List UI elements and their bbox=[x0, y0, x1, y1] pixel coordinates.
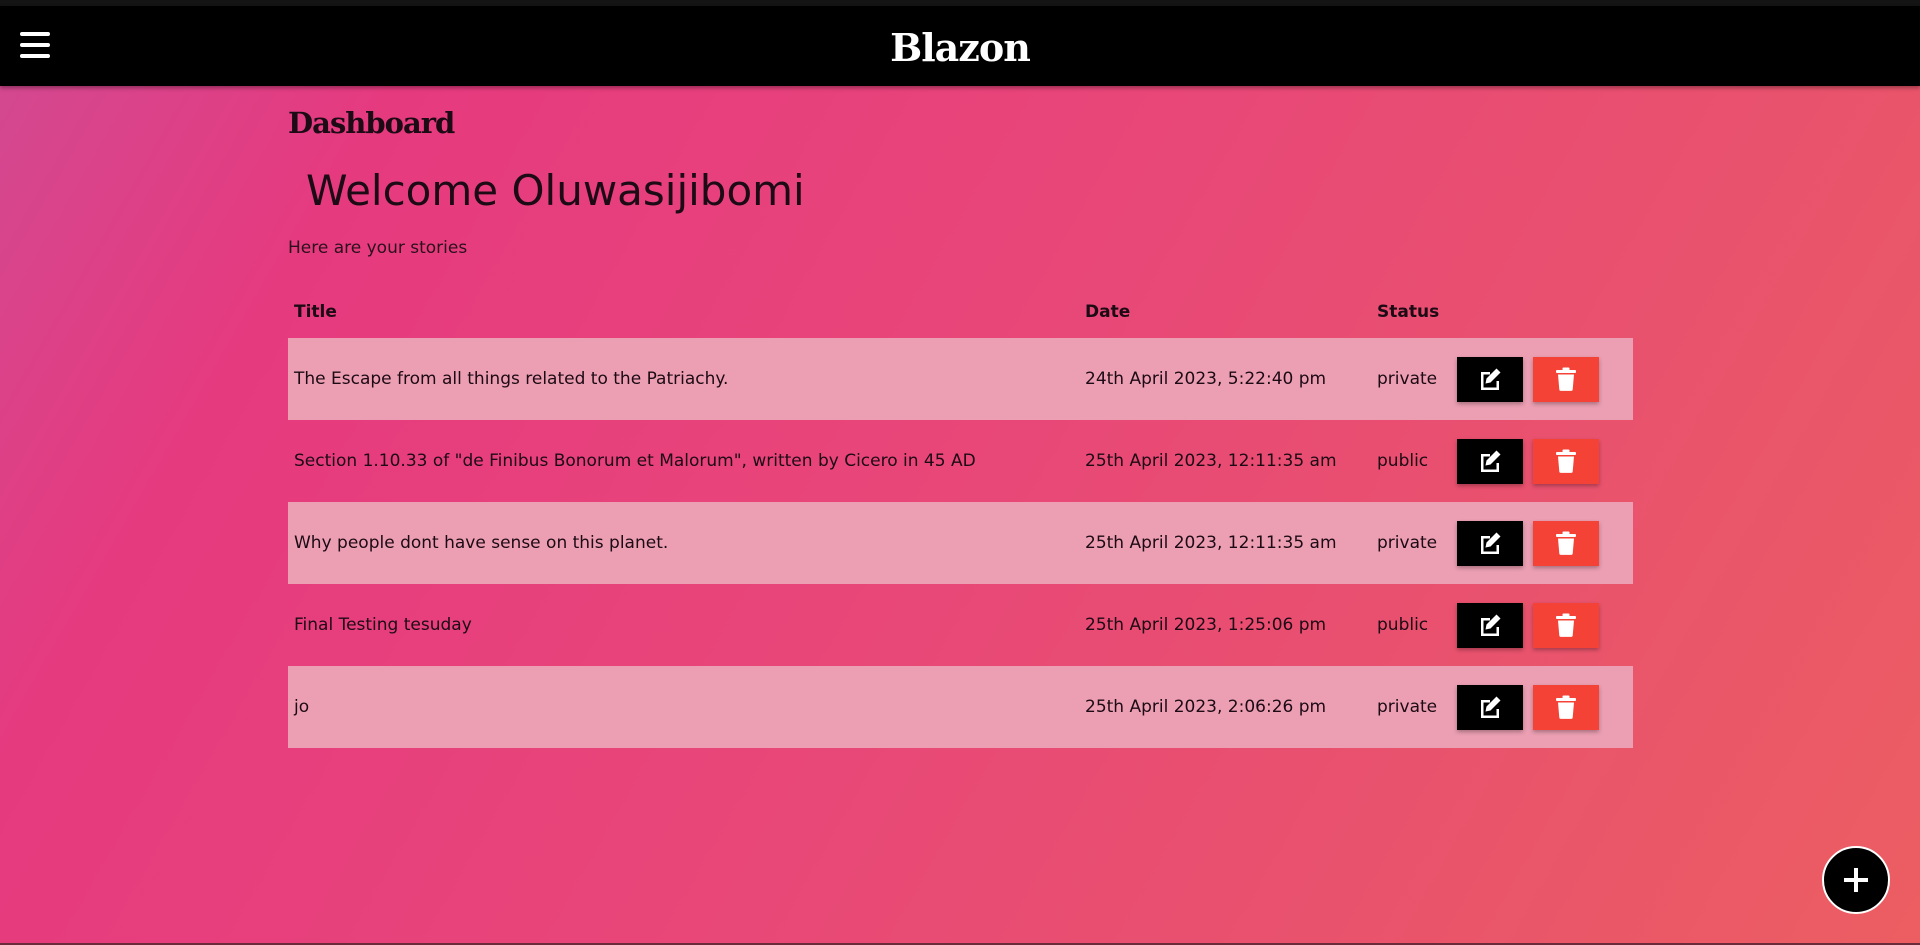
edit-icon bbox=[1481, 368, 1501, 390]
story-actions bbox=[1451, 338, 1633, 420]
table-row: Section 1.10.33 of "de Finibus Bonorum e… bbox=[288, 420, 1633, 502]
delete-story-button[interactable] bbox=[1533, 356, 1599, 402]
navbar: Blazon bbox=[0, 6, 1920, 86]
delete-story-button[interactable] bbox=[1533, 602, 1599, 648]
trash-icon bbox=[1556, 613, 1576, 637]
brand-logo: Blazon bbox=[0, 6, 1920, 86]
trash-icon bbox=[1556, 449, 1576, 473]
delete-story-button[interactable] bbox=[1533, 438, 1599, 484]
story-actions bbox=[1451, 420, 1633, 502]
story-title: jo bbox=[288, 666, 1079, 748]
story-date: 25th April 2023, 1:25:06 pm bbox=[1085, 615, 1327, 635]
edit-icon bbox=[1481, 450, 1501, 472]
hamburger-menu-icon[interactable] bbox=[20, 32, 50, 60]
story-title: The Escape from all things related to th… bbox=[288, 338, 1079, 420]
story-title: Why people dont have sense on this plane… bbox=[288, 502, 1079, 584]
table-row: Why people dont have sense on this plane… bbox=[288, 502, 1633, 584]
table-row: jo 25th April 2023, 2:06:26 pm private bbox=[288, 666, 1633, 748]
plus-icon bbox=[1844, 868, 1868, 892]
story-date: 25th April 2023, 12:11:35 am bbox=[1079, 502, 1371, 584]
stories-table: Title Date Status The Escape from all th… bbox=[288, 286, 1633, 748]
story-title: Section 1.10.33 of "de Finibus Bonorum e… bbox=[294, 451, 976, 471]
stories-table-body: The Escape from all things related to th… bbox=[288, 338, 1633, 748]
story-actions bbox=[1451, 502, 1633, 584]
edit-icon bbox=[1481, 614, 1501, 636]
add-story-button[interactable] bbox=[1822, 846, 1890, 914]
story-date: 25th April 2023, 2:06:26 pm bbox=[1079, 666, 1371, 748]
edit-icon bbox=[1481, 532, 1501, 554]
column-header-date: Date bbox=[1085, 302, 1131, 322]
brand-title[interactable]: Blazon bbox=[890, 25, 1031, 70]
story-actions bbox=[1451, 584, 1633, 666]
edit-story-button[interactable] bbox=[1457, 684, 1523, 730]
edit-icon bbox=[1481, 696, 1501, 718]
column-header-actions bbox=[1451, 286, 1633, 338]
table-header-row: Title Date Status bbox=[288, 286, 1633, 338]
trash-icon bbox=[1556, 695, 1576, 719]
edit-story-button[interactable] bbox=[1457, 602, 1523, 648]
trash-icon bbox=[1556, 531, 1576, 555]
story-status: public bbox=[1377, 615, 1429, 635]
story-status: private bbox=[1371, 338, 1451, 420]
story-date: 25th April 2023, 12:11:35 am bbox=[1085, 451, 1337, 471]
page-title: Dashboard bbox=[288, 106, 455, 140]
story-status: public bbox=[1377, 451, 1429, 471]
edit-story-button[interactable] bbox=[1457, 356, 1523, 402]
welcome-heading: Welcome Oluwasijibomi bbox=[306, 166, 805, 215]
stories-subtitle: Here are your stories bbox=[288, 238, 468, 258]
edit-story-button[interactable] bbox=[1457, 520, 1523, 566]
edit-story-button[interactable] bbox=[1457, 438, 1523, 484]
story-status: private bbox=[1371, 666, 1451, 748]
story-date: 24th April 2023, 5:22:40 pm bbox=[1079, 338, 1371, 420]
table-row: The Escape from all things related to th… bbox=[288, 338, 1633, 420]
column-header-title: Title bbox=[294, 302, 337, 322]
table-row: Final Testing tesuday 25th April 2023, 1:… bbox=[288, 584, 1633, 666]
delete-story-button[interactable] bbox=[1533, 684, 1599, 730]
story-actions bbox=[1451, 666, 1633, 748]
story-title: Final Testing tesuday bbox=[294, 615, 472, 635]
column-header-status: Status bbox=[1377, 302, 1440, 322]
story-status: private bbox=[1371, 502, 1451, 584]
delete-story-button[interactable] bbox=[1533, 520, 1599, 566]
trash-icon bbox=[1556, 367, 1576, 391]
